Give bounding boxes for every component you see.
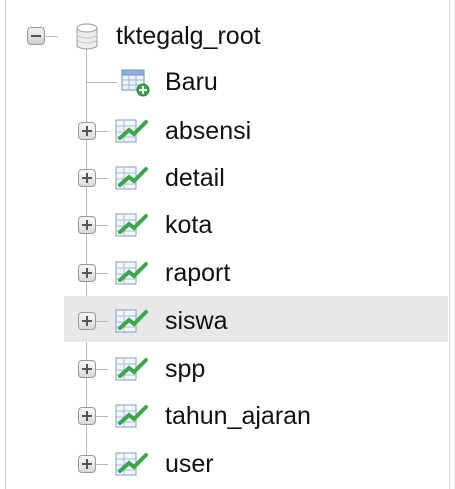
table-icon [115, 119, 148, 143]
expand-toggle-icon[interactable] [78, 312, 96, 330]
expand-toggle-icon[interactable] [78, 122, 96, 140]
table-icon [115, 261, 148, 285]
expand-toggle-icon[interactable] [78, 264, 96, 282]
table-label[interactable]: siswa [165, 306, 228, 336]
table-label[interactable]: user [165, 449, 214, 479]
table-label[interactable]: raport [165, 258, 230, 288]
tree-table-row[interactable]: spp [0, 344, 448, 390]
table-icon [115, 452, 148, 476]
expand-toggle-icon[interactable] [78, 455, 96, 473]
tree-root-label[interactable]: tktegalg_root [116, 21, 261, 51]
tree-table-row[interactable]: absensi [0, 106, 448, 152]
new-table-icon [121, 69, 150, 97]
navigation-tree: tktegalg_root Baru absensi detail kota r… [0, 0, 455, 489]
tree-root-row[interactable]: tktegalg_root [0, 12, 448, 58]
table-label[interactable]: spp [165, 354, 205, 384]
tree-table-row[interactable]: tahun_ajaran [0, 391, 448, 437]
collapse-toggle-icon[interactable] [27, 27, 45, 45]
expand-toggle-icon[interactable] [78, 169, 96, 187]
tree-table-row[interactable]: detail [0, 153, 448, 199]
tree-new-item-label[interactable]: Baru [165, 67, 218, 97]
table-icon [115, 404, 148, 428]
table-label[interactable]: tahun_ajaran [165, 401, 311, 431]
expand-toggle-icon[interactable] [78, 360, 96, 378]
table-icon [115, 213, 148, 237]
expand-toggle-icon[interactable] [78, 407, 96, 425]
table-label[interactable]: kota [165, 210, 212, 240]
table-icon [115, 166, 148, 190]
tree-table-row[interactable]: user [0, 439, 448, 485]
tree-table-row-selected[interactable]: siswa [64, 296, 448, 342]
tree-table-row[interactable]: raport [0, 248, 448, 294]
tree-table-row[interactable]: kota [0, 200, 448, 246]
table-label[interactable]: detail [165, 163, 225, 193]
database-icon [76, 23, 98, 50]
tree-new-item-row[interactable]: Baru [0, 58, 448, 104]
table-label[interactable]: absensi [165, 116, 251, 146]
table-icon [115, 309, 148, 333]
expand-toggle-icon[interactable] [78, 216, 96, 234]
table-icon [115, 357, 148, 381]
